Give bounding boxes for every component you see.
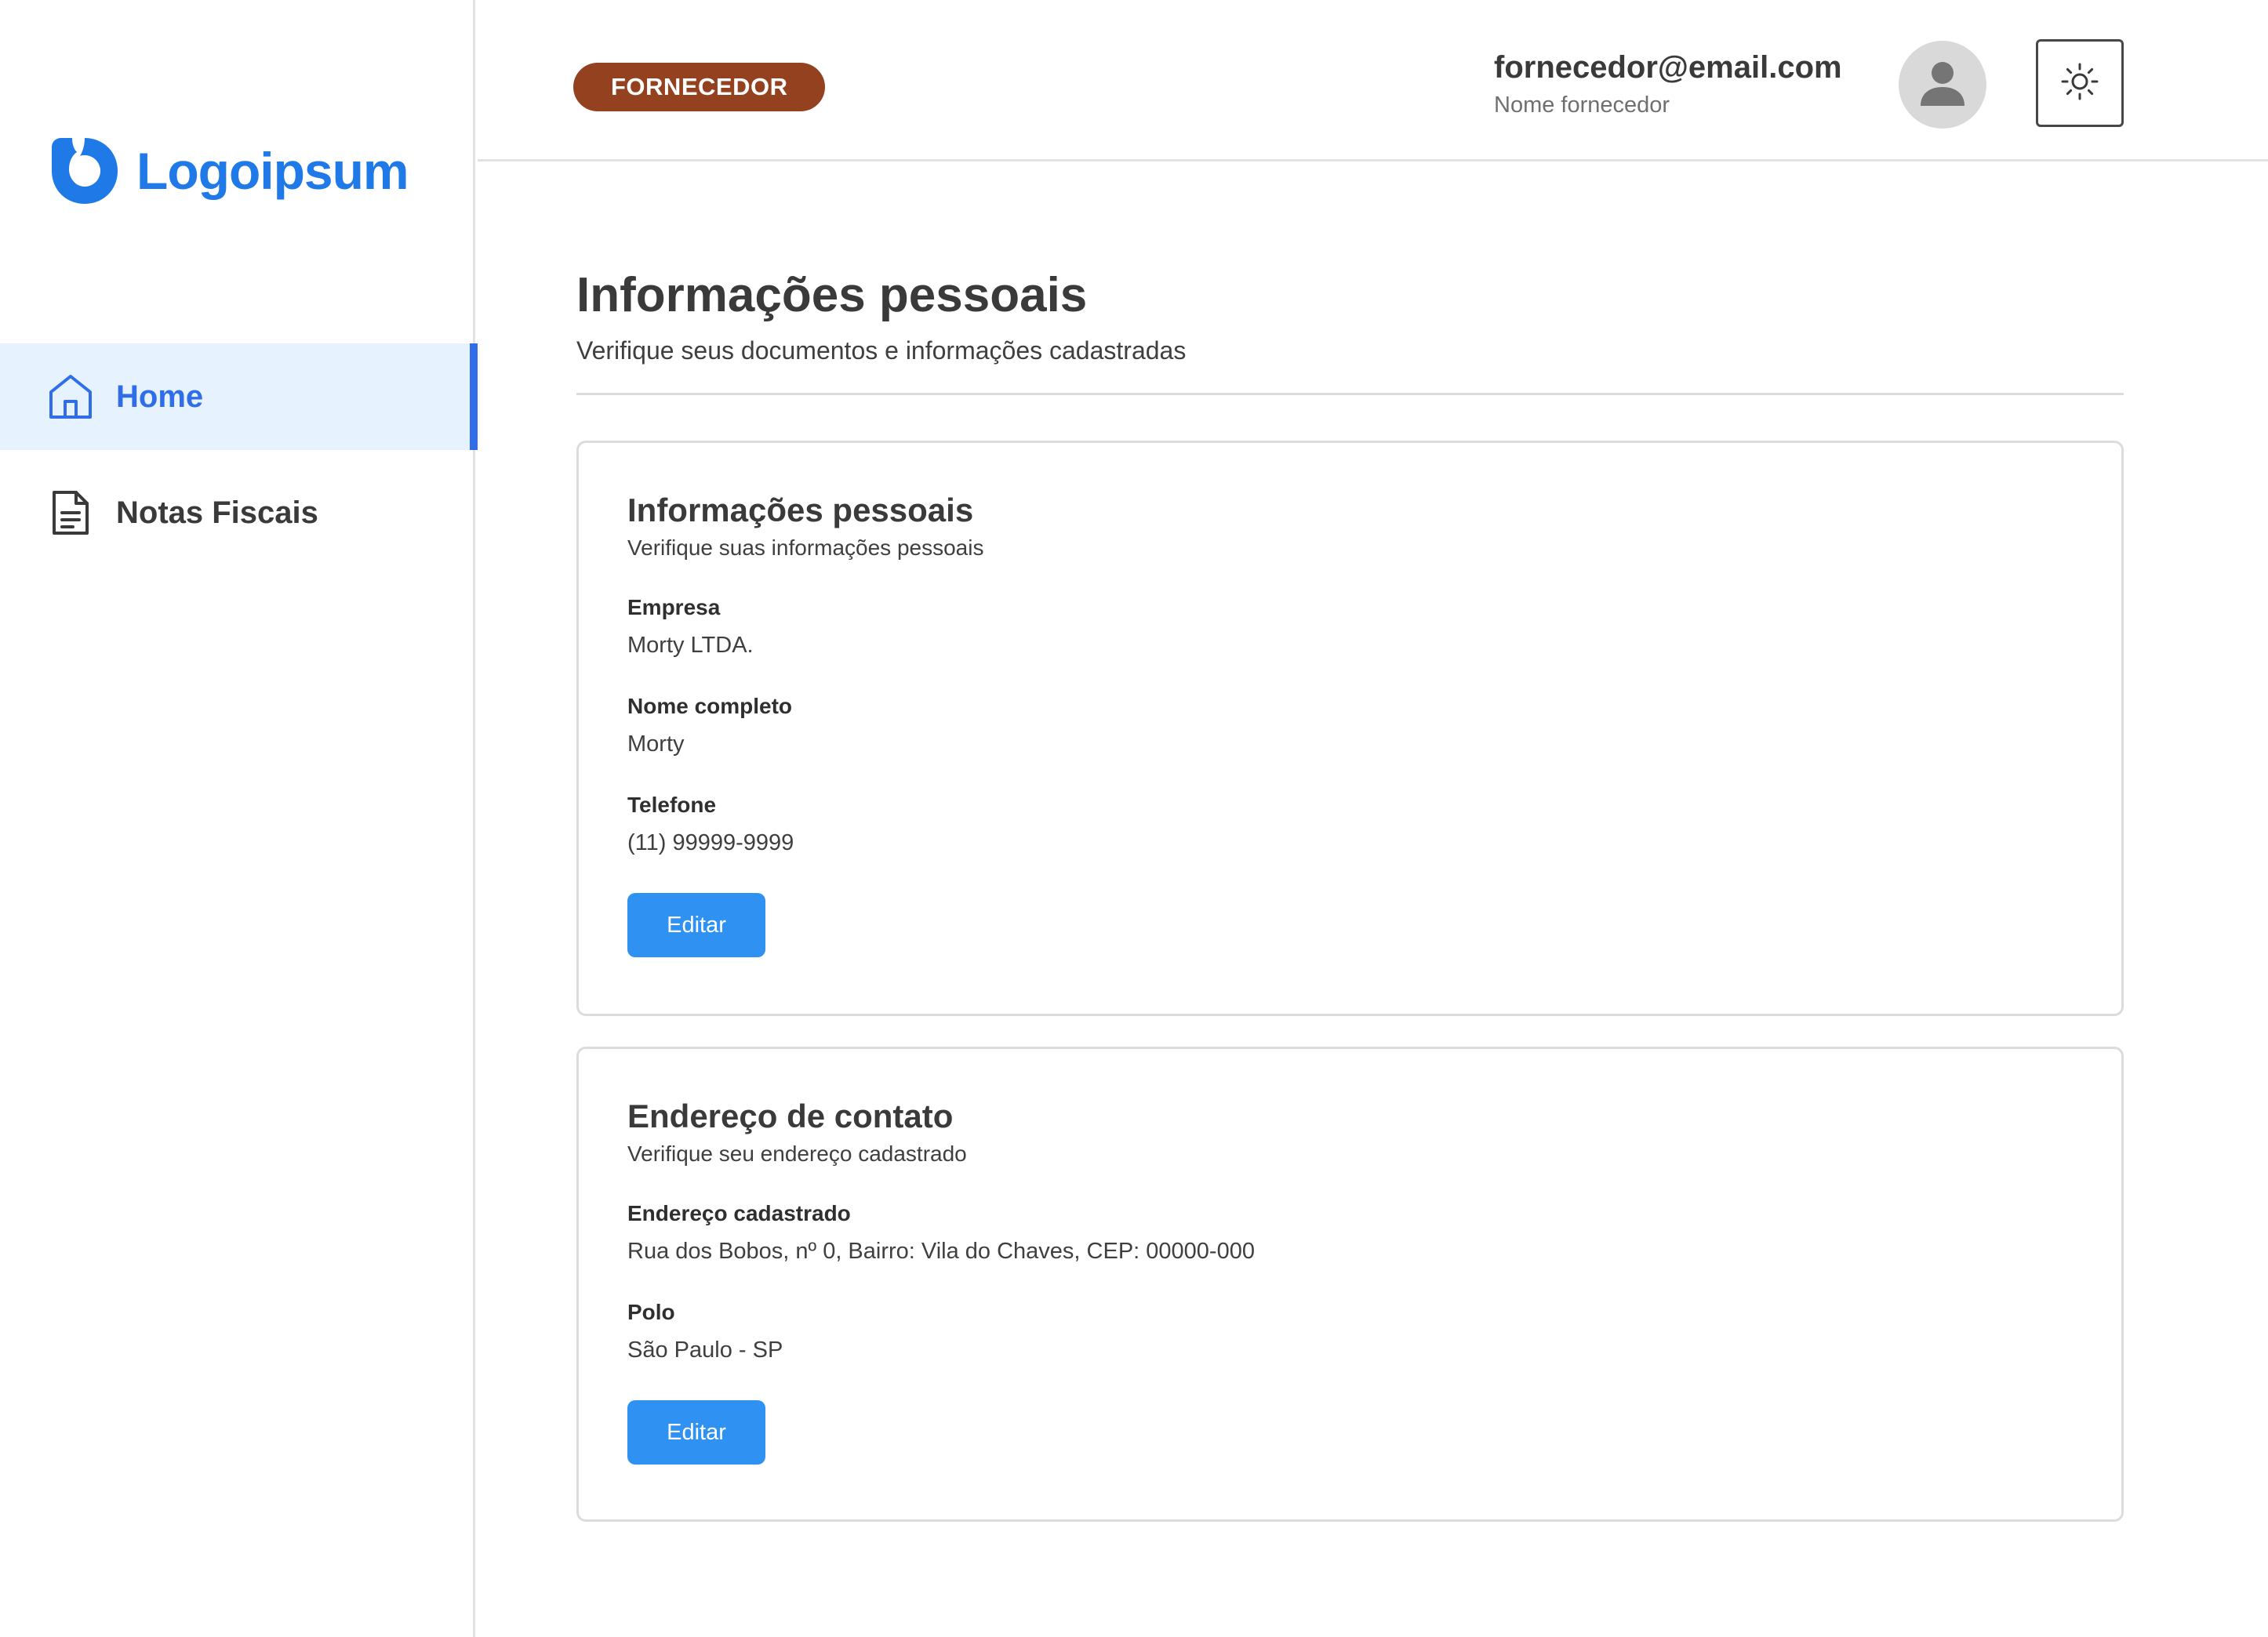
field-value: (11) 99999-9999 [627,830,794,855]
field-polo: Polo São Paulo - SP [627,1297,2073,1366]
page-title: Informações pessoais [576,268,1088,322]
field-endereco-cadastrado: Endereço cadastrado Rua dos Bobos, nº 0,… [627,1198,2073,1267]
theme-toggle-button[interactable] [2036,39,2124,127]
sun-icon [2060,62,2099,105]
sidebar-item-home[interactable]: Home [0,343,478,450]
logo-mark-icon [49,135,121,207]
field-empresa: Empresa Morty LTDA. [627,592,2073,661]
field-label: Empresa [627,595,721,619]
card-subtitle: Verifique seu endereço cadastrado [627,1142,967,1166]
page-heading: Informações pessoais Verifique seus docu… [576,263,2124,395]
user-email: fornecedor@email.com [1494,50,1842,85]
edit-address-button[interactable]: Editar [627,1400,765,1465]
avatar[interactable] [1899,41,1986,129]
card-title: Informações pessoais [627,492,974,528]
field-label: Polo [627,1300,675,1324]
logo-text: Logoipsum [136,142,409,200]
sidebar-item-label: Home [116,379,204,414]
field-value: São Paulo - SP [627,1338,783,1363]
top-header: FORNECEDOR fornecedor@email.com Nome for… [478,0,2268,162]
sidebar: Logoipsum Home Notas Fiscais [0,0,478,1637]
field-label: Nome completo [627,694,793,718]
field-label: Telefone [627,793,717,817]
logo[interactable]: Logoipsum [49,135,409,207]
page-subtitle: Verifique seus documentos e informações … [576,336,1187,365]
role-badge: FORNECEDOR [573,63,826,111]
card-title: Endereço de contato [627,1098,954,1134]
personal-info-card: Informações pessoais Verifique suas info… [576,441,2124,1016]
field-value: Morty [627,731,685,757]
user-info: fornecedor@email.com Nome fornecedor [1494,45,1842,121]
document-icon [47,489,94,536]
edit-personal-info-button[interactable]: Editar [627,893,765,957]
sidebar-item-notas-fiscais[interactable]: Notas Fiscais [0,459,475,566]
field-nome-completo: Nome completo Morty [627,691,2073,760]
field-value: Rua dos Bobos, nº 0, Bairro: Vila do Cha… [627,1239,1255,1264]
sidebar-nav: Home Notas Fiscais [0,343,478,566]
sidebar-item-label: Notas Fiscais [116,495,318,530]
card-subtitle: Verifique suas informações pessoais [627,535,984,560]
contact-address-card: Endereço de contato Verifique seu endere… [576,1047,2124,1522]
field-value: Morty LTDA. [627,633,754,658]
user-name: Nome fornecedor [1494,93,1670,118]
field-label: Endereço cadastrado [627,1201,851,1225]
field-telefone: Telefone (11) 99999-9999 [627,789,2073,858]
user-avatar-icon [1919,59,1966,111]
home-icon [47,373,94,420]
